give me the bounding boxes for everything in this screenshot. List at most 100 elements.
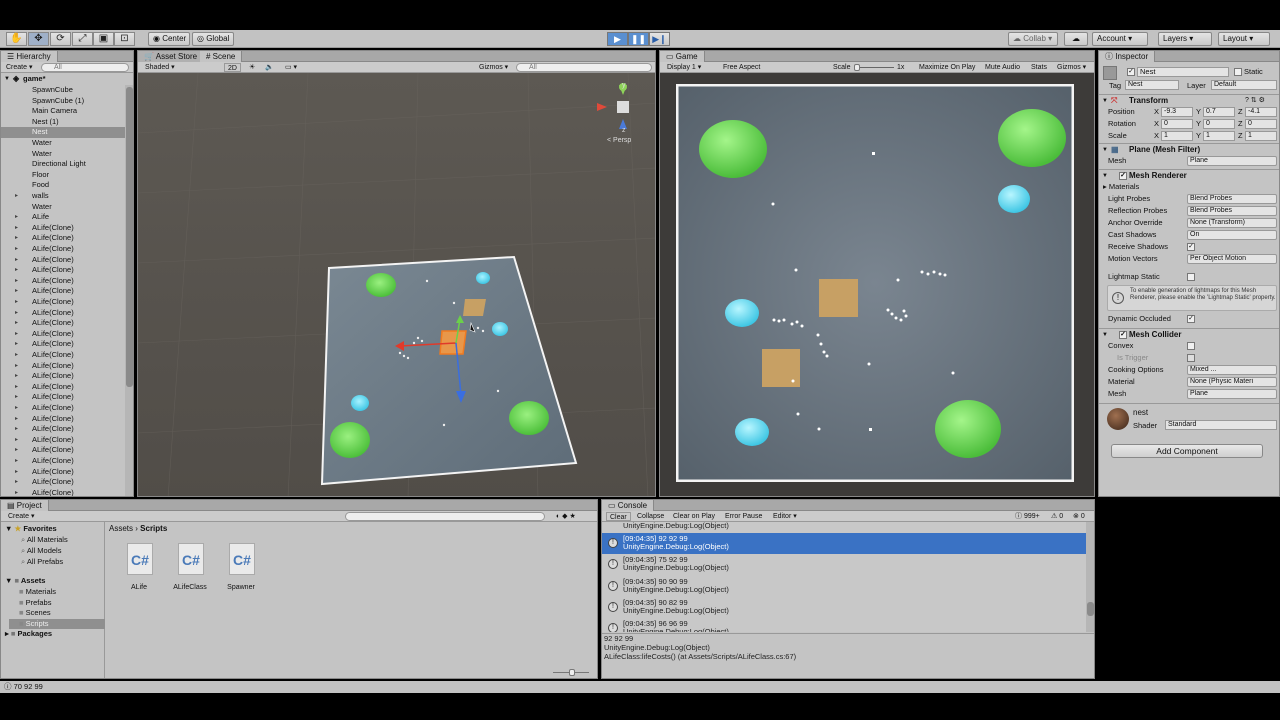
tab-scene[interactable]: # Scene [200,51,243,62]
expand-arrow-icon[interactable]: ▸ [15,339,18,350]
asset-folder-item[interactable]: ■ Scenes [9,608,105,618]
tab-console[interactable]: ▭ Console [602,500,655,511]
asset-folder-item[interactable]: ■ Materials [9,587,105,597]
anchor-override-field[interactable]: None (Transform) [1187,218,1277,228]
convex-checkbox[interactable] [1187,342,1195,350]
hierarchy-item[interactable]: Floor [1,170,125,181]
move-tool-icon[interactable]: ✥ [28,32,49,46]
mute-audio-toggle[interactable]: Mute Audio [982,63,1023,72]
display-dropdown[interactable]: Display 1 ▾ [664,63,704,72]
hierarchy-item[interactable]: ▸ ALife(Clone) [1,403,125,414]
expand-arrow-icon[interactable]: ▸ [15,488,18,496]
hierarchy-item[interactable]: ▸ ALife(Clone) [1,233,125,244]
scene-gizmos-dropdown[interactable]: Gizmos ▾ [476,63,511,72]
expand-arrow-icon[interactable]: ▸ [15,223,18,234]
asset-folder-item[interactable]: ■ Scripts [9,618,105,629]
tab-inspector[interactable]: ⓘ Inspector [1099,51,1156,62]
expand-arrow-icon[interactable]: ▸ [15,265,18,276]
physic-material-field[interactable]: None (Physic Materi [1187,377,1277,387]
console-partial-entry[interactable]: UnityEngine.Debug:Log(Object) [623,522,729,530]
cloud-icon[interactable]: ☁ [1064,32,1088,46]
static-checkbox[interactable] [1234,68,1242,76]
hierarchy-item[interactable]: ▸ ALife(Clone) [1,286,125,297]
receive-shadows-checkbox[interactable]: ✓ [1187,243,1195,251]
console-error-pause-toggle[interactable]: Error Pause [722,512,765,521]
expand-arrow-icon[interactable]: ▸ [15,392,18,403]
hierarchy-item[interactable]: ▸ ALife(Clone) [1,467,125,478]
aspect-dropdown[interactable]: Free Aspect [720,63,826,72]
expand-arrow-icon[interactable]: ▸ [15,435,18,446]
position-field[interactable]: 0.7 [1203,107,1235,117]
mesh-renderer-enabled-checkbox[interactable]: ✓ [1119,172,1127,180]
position-field[interactable]: -9.3 [1161,107,1193,117]
layout-dropdown[interactable]: Layout ▾ [1218,32,1270,46]
hierarchy-search-input[interactable]: All [41,63,129,72]
hierarchy-item[interactable]: ▸ ALife(Clone) [1,382,125,393]
lightmap-static-checkbox[interactable] [1187,273,1195,281]
icon-size-slider-thumb[interactable] [569,669,575,676]
hierarchy-item[interactable]: ▸ ALife(Clone) [1,244,125,255]
expand-arrow-icon[interactable]: ▼ [4,74,10,85]
hierarchy-item[interactable]: ▸ ALife(Clone) [1,477,125,488]
hierarchy-item[interactable]: Water [1,138,125,149]
console-collapse-toggle[interactable]: Collapse [634,512,667,521]
hierarchy-item[interactable]: Nest [1,127,125,138]
transform-header[interactable]: ▼ ⤧ Transform? ⇅ ⚙ [1099,94,1279,106]
step-button[interactable]: ▶❙ [649,32,670,46]
expand-arrow-icon[interactable]: ▸ [15,244,18,255]
log-count-toggle[interactable]: ⓘ 999+ [1012,512,1043,521]
favorites-root[interactable]: ▼ ★ Favorites [5,524,57,534]
active-checkbox[interactable]: ✓ [1127,68,1135,76]
scale-slider[interactable] [854,67,894,68]
hierarchy-item[interactable]: ▸ ALife(Clone) [1,308,125,319]
expand-arrow-icon[interactable]: ▸ [15,350,18,361]
reflection-probes-dropdown[interactable]: Blend Probes [1187,206,1277,216]
console-clear-button[interactable]: Clear [606,512,631,521]
add-component-button[interactable]: Add Component [1111,444,1263,458]
favorites-item[interactable]: ⌕ All Models [21,546,61,556]
audio-toggle-icon[interactable]: 🔈 [262,63,277,72]
mesh-field[interactable]: Plane [1187,156,1277,166]
scene-viewport[interactable] [138,73,656,497]
console-entry[interactable]: ! [09:04:35] 90 82 99 UnityEngine.Debug:Lo… [602,597,1086,618]
materials-row[interactable]: ▸ Materials [1099,181,1279,193]
expand-arrow-icon[interactable]: ▸ [15,403,18,414]
game-viewport[interactable] [676,84,1074,482]
hierarchy-item[interactable]: Food [1,180,125,191]
mesh-renderer-header[interactable]: ▼ ✓ Mesh Renderer [1099,169,1279,181]
hierarchy-item[interactable]: ▸ ALife(Clone) [1,297,125,308]
favorites-item[interactable]: ⌕ All Prefabs [21,557,63,567]
mesh-filter-header[interactable]: ▼ ▦ Plane (Mesh Filter) [1099,143,1279,155]
hierarchy-scroll-thumb[interactable] [126,87,133,387]
scale-field[interactable]: 1 [1203,131,1235,141]
hierarchy-item[interactable]: Directional Light [1,159,125,170]
layer-dropdown[interactable]: Default [1211,80,1277,90]
hierarchy-item[interactable]: ▸ ALife(Clone) [1,456,125,467]
console-scroll-thumb[interactable] [1087,602,1094,616]
rotate-tool-icon[interactable]: ⟳ [50,32,71,46]
transform-tool-icon[interactable]: ⊡ [114,32,135,46]
expand-arrow-icon[interactable]: ▸ [15,445,18,456]
pause-button[interactable]: ❚❚ [628,32,649,46]
hierarchy-item[interactable]: ▸ ALife(Clone) [1,255,125,266]
tag-dropdown[interactable]: Nest [1125,80,1179,90]
rotation-field[interactable]: 0 [1245,119,1277,129]
maximize-on-play-toggle[interactable]: Maximize On Play [916,63,978,72]
cooking-options-dropdown[interactable]: Mixed ... [1187,365,1277,375]
script-file[interactable]: C# Spawner [221,540,261,600]
expand-arrow-icon[interactable]: ▸ [15,477,18,488]
hierarchy-create-button[interactable]: Create ▾ [3,63,35,72]
expand-arrow-icon[interactable]: ▸ [15,424,18,435]
layers-dropdown[interactable]: Layers ▾ [1158,32,1212,46]
error-count-toggle[interactable]: ⊗ 0 [1070,512,1088,521]
hierarchy-item[interactable]: ▸ walls [1,191,125,202]
rotation-field[interactable]: 0 [1161,119,1193,129]
expand-arrow-icon[interactable]: ▸ [15,329,18,340]
hierarchy-item[interactable]: ▸ ALife(Clone) [1,361,125,372]
hierarchy-item[interactable]: SpawnCube (1) [1,96,125,107]
hierarchy-item[interactable]: Nest (1) [1,117,125,128]
expand-arrow-icon[interactable]: ▸ [15,371,18,382]
console-entry[interactable]: ! [09:04:35] 96 96 99 UnityEngine.Debug:Lo… [602,618,1086,632]
expand-arrow-icon[interactable]: ▸ [15,467,18,478]
asset-folder-item[interactable]: ■ Prefabs [9,598,105,608]
